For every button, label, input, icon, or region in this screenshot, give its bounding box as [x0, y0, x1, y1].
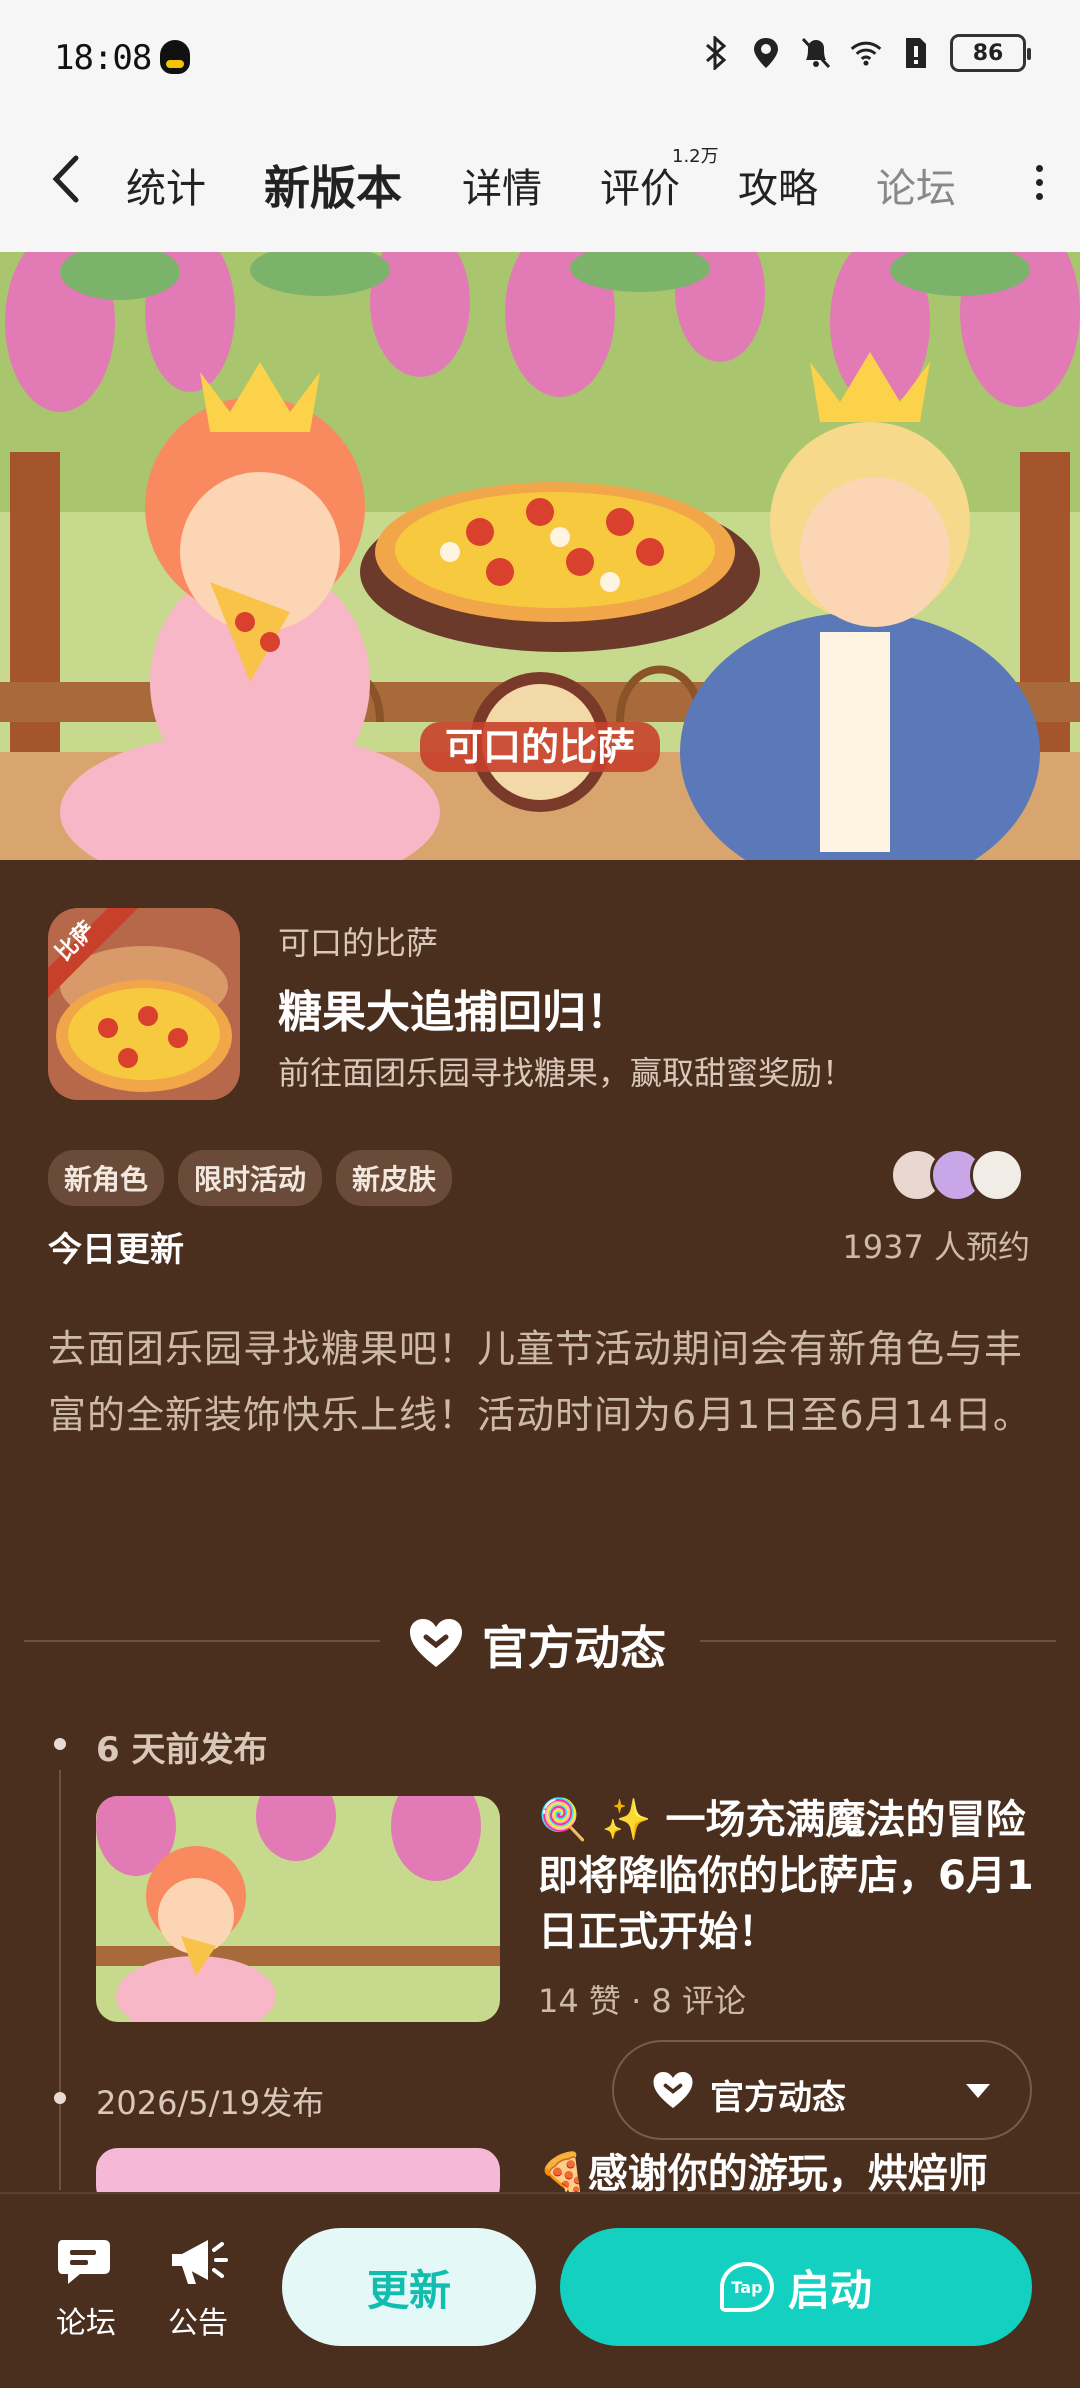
- review-count-badge: 1.2万: [672, 146, 719, 167]
- bluetooth-icon: [700, 35, 732, 71]
- heart-icon: [408, 1617, 464, 1673]
- post-image[interactable]: [96, 1796, 500, 2022]
- status-icons: 86: [700, 34, 1031, 72]
- post-meta: 14 赞 · 8 评论: [538, 1982, 746, 2020]
- section-title: 官方动态: [482, 1621, 666, 1675]
- tab-new-version-label: 新版本: [264, 161, 402, 215]
- update-subtitle: 前往面团乐园寻找糖果，赢取甜蜜奖励！: [278, 1054, 855, 1092]
- tab-stats[interactable]: 统计: [126, 156, 206, 214]
- tab-details[interactable]: 详情: [462, 156, 542, 214]
- tab-new-version[interactable]: 新版本: [258, 152, 408, 218]
- announcement-label: 公告: [168, 2306, 228, 2341]
- avatar: [970, 1148, 1024, 1202]
- top-bar: 18:08 86 统计 新版本 详情 评价 1.2万 攻略 论坛: [0, 0, 1080, 252]
- post-date: 6 天前发布: [96, 1730, 268, 1770]
- battery-indicator: 86: [950, 34, 1031, 72]
- post-filter-dropdown[interactable]: 官方动态: [612, 2040, 1032, 2140]
- update-description: 去面团乐园寻找糖果吧！儿童节活动期间会有新角色与丰富的全新装饰快乐上线！活动时间…: [48, 1327, 1032, 1437]
- dropdown-label: 官方动态: [710, 2078, 846, 2118]
- post-text[interactable]: 🍕感谢你的游玩，烘焙师: [538, 2146, 1038, 2192]
- announcement-button[interactable]: 公告: [158, 2234, 238, 2342]
- more-icon[interactable]: [1034, 162, 1044, 202]
- game-name: 可口的比萨: [278, 924, 439, 962]
- sim-icon: [900, 35, 932, 71]
- forum-label: 论坛: [56, 2306, 116, 2341]
- qq-icon: [160, 40, 190, 74]
- tag-limited-event[interactable]: 限时活动: [178, 1150, 323, 1206]
- tap-logo-icon: Tap: [719, 2262, 774, 2312]
- update-today-label: 今日更新: [48, 1230, 184, 1270]
- update-title: 糖果大追捕回归！: [278, 987, 630, 1038]
- game-icon: 比萨: [48, 908, 240, 1100]
- mute-icon: [800, 35, 832, 71]
- status-bar: 18:08 86: [0, 0, 1080, 115]
- reserver-avatars[interactable]: [890, 1148, 1030, 1202]
- tag-new-skin[interactable]: 新皮肤: [336, 1150, 453, 1206]
- forum-icon: [58, 2240, 110, 2284]
- timeline-dot: [54, 1738, 66, 1750]
- tab-bar: 统计 新版本 详情 评价 1.2万 攻略 论坛: [0, 130, 1080, 230]
- bottom-bar: 论坛 公告 更新 Tap 启动: [0, 2192, 1080, 2388]
- location-icon: [750, 35, 782, 71]
- tag-new-character[interactable]: 新角色: [48, 1150, 165, 1206]
- section-divider-right: [700, 1640, 1056, 1642]
- tab-reviews[interactable]: 评价: [600, 156, 680, 214]
- tab-forum[interactable]: 论坛: [876, 156, 956, 214]
- megaphone-icon: [172, 2240, 228, 2284]
- timeline-dot: [54, 2092, 66, 2104]
- tag-list: 新角色 限时活动 新皮肤: [48, 1150, 453, 1206]
- heart-icon: [652, 2070, 694, 2114]
- status-time: 18:08: [54, 38, 152, 78]
- update-button[interactable]: 更新: [282, 2228, 536, 2346]
- tab-guides[interactable]: 攻略: [738, 156, 818, 214]
- reservation-count: 1937 人预约: [842, 1228, 1030, 1266]
- post-text[interactable]: 🍭 ✨ 一场充满魔法的冒险即将降临你的比萨店，6月1日正式开始！: [538, 1792, 1038, 1960]
- launch-label: 启动: [787, 2265, 872, 2315]
- timeline-line: [59, 1770, 61, 2190]
- section-header: 官方动态: [408, 1612, 666, 1678]
- back-icon[interactable]: [48, 154, 88, 204]
- forum-button[interactable]: 论坛: [46, 2234, 126, 2342]
- chevron-down-icon: [966, 2084, 990, 2098]
- launch-button[interactable]: Tap 启动: [560, 2228, 1032, 2346]
- post-date: 2026/5/19发布: [96, 2084, 325, 2122]
- banner-logo-text: 可口的比萨: [444, 725, 635, 769]
- wifi-icon: [850, 35, 882, 71]
- section-divider-left: [24, 1640, 380, 1642]
